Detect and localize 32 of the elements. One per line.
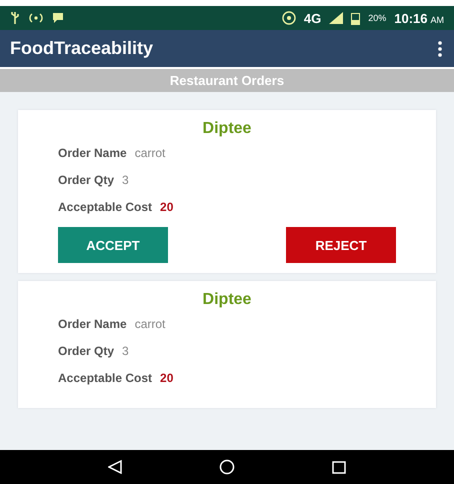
field-value: 20: [160, 200, 174, 214]
time-suffix: AM: [430, 14, 444, 24]
field-value: 3: [122, 344, 129, 358]
customer-name: Diptee: [202, 120, 252, 138]
signal-icon: [329, 12, 344, 24]
broadcast-icon: [28, 12, 44, 24]
field-value: 3: [122, 173, 129, 187]
customer-name: Diptee: [202, 291, 252, 309]
field-label: Order Name: [58, 146, 127, 160]
notification-icon: [52, 12, 64, 24]
home-icon[interactable]: [218, 459, 235, 475]
field-label: Order Name: [58, 317, 127, 331]
accept-button[interactable]: ACCEPT: [58, 227, 168, 263]
hotspot-icon: [282, 11, 296, 25]
reject-button[interactable]: REJECT: [286, 227, 396, 263]
field-value: carrot: [134, 146, 166, 160]
network-type: 4G: [304, 10, 322, 26]
field-label: Acceptable Cost: [58, 371, 152, 385]
back-icon[interactable]: [108, 460, 122, 474]
battery-icon: [351, 12, 360, 24]
field-label: Order Qty: [58, 344, 114, 358]
app-title: FoodTraceability: [10, 38, 154, 59]
field-label: Acceptable Cost: [58, 200, 152, 214]
field-value: carrot: [134, 317, 166, 331]
overflow-menu-icon[interactable]: [438, 40, 442, 56]
clock-time: 10:16: [394, 10, 428, 26]
usb-icon: [10, 11, 20, 25]
field-label: Order Qty: [58, 173, 114, 187]
section-header: Restaurant Orders: [0, 69, 454, 92]
battery-percent: 20%: [368, 13, 386, 23]
field-value: 20: [160, 371, 174, 385]
recents-icon[interactable]: [332, 460, 346, 474]
